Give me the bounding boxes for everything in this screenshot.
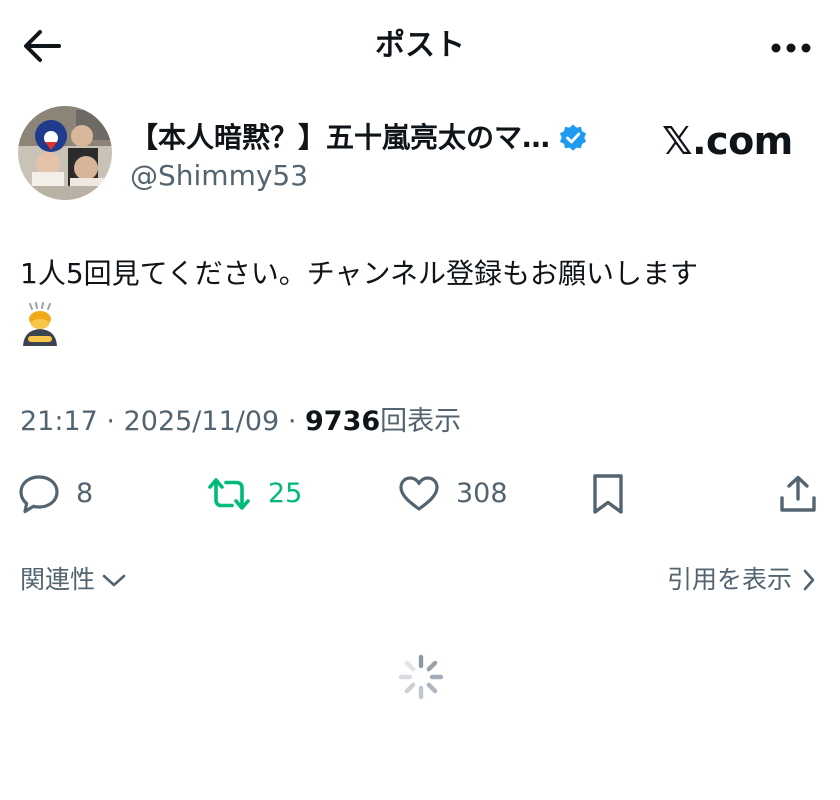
- bowing-person-icon: [23, 302, 57, 346]
- like-count: 308: [456, 478, 508, 509]
- user-handle[interactable]: @Shimmy53: [130, 156, 308, 196]
- retweet-icon: [208, 478, 250, 510]
- avatar-photo: [18, 106, 112, 200]
- avatar[interactable]: [18, 106, 112, 200]
- chevron-down-icon: [101, 571, 127, 589]
- tweet-author: 【本人暗黙？】五十嵐亮太のマ… @Shimmy53 𝕏.com: [18, 106, 818, 202]
- view-quotes-label: 引用を表示: [666, 565, 792, 594]
- bookmark-icon: [593, 474, 623, 514]
- tweet-date[interactable]: 2025/11/09: [124, 406, 280, 437]
- reply-button[interactable]: 8: [18, 470, 93, 518]
- action-bar: 8 25 308: [0, 470, 840, 518]
- like-button[interactable]: 308: [398, 470, 508, 518]
- more-horizontal-icon: [771, 43, 811, 53]
- meta-separator: ·: [106, 406, 115, 437]
- reply-sort-label: 関連性: [20, 565, 96, 594]
- meta-separator: ·: [287, 406, 297, 437]
- chevron-right-icon: [802, 568, 816, 592]
- share-button[interactable]: [778, 470, 818, 518]
- reply-count: 8: [76, 478, 94, 509]
- reply-sort-dropdown[interactable]: 関連性: [20, 560, 127, 600]
- tweet-text: 1人5回見てください。チャンネル登録もお願いします: [20, 257, 698, 290]
- retweet-count: 25: [268, 478, 303, 509]
- share-icon: [780, 475, 816, 512]
- display-name-row: 【本人暗黙？】五十嵐亮太のマ…: [130, 118, 588, 158]
- loading-spinner-icon: [398, 654, 444, 700]
- page-title: ポスト: [375, 28, 465, 63]
- top-bar: ポスト: [0, 0, 840, 92]
- views-count: 9736: [305, 406, 381, 437]
- retweet-button[interactable]: 25: [206, 470, 302, 518]
- heart-icon: [399, 476, 439, 511]
- views-label: 回表示: [380, 406, 462, 437]
- x-logo: 𝕏.com: [662, 119, 793, 163]
- view-quotes-link[interactable]: 引用を表示: [667, 560, 816, 600]
- display-name[interactable]: 【本人暗黙？】五十嵐亮太のマ…: [130, 118, 550, 158]
- bowing-person-emoji: [20, 302, 60, 348]
- tweet-footer: 関連性 引用を表示: [0, 560, 840, 600]
- tweet-meta: 21:17 · 2025/11/09 · 9736回表示: [20, 402, 461, 442]
- reply-icon: [19, 475, 59, 514]
- verified-badge-icon: [558, 123, 588, 153]
- bookmark-button[interactable]: [590, 470, 626, 518]
- tweet-time[interactable]: 21:17: [20, 406, 98, 437]
- more-options-button[interactable]: [766, 30, 816, 66]
